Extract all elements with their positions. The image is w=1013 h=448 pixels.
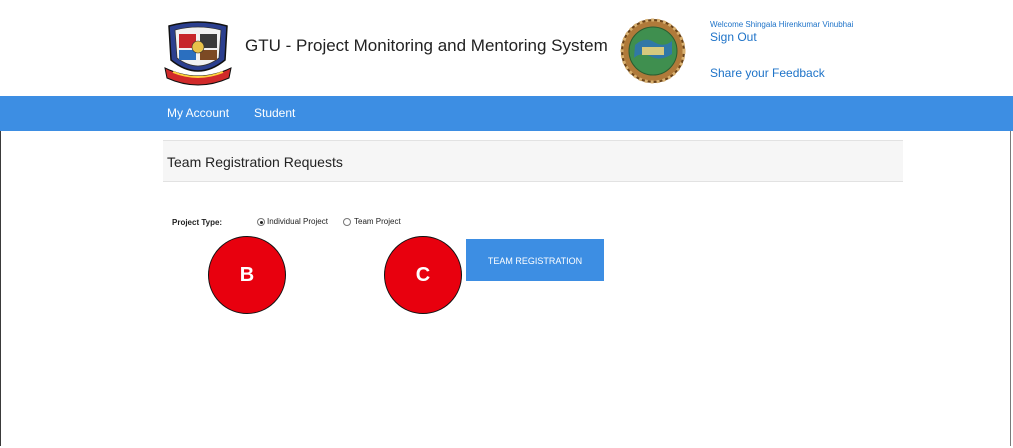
annotation-marker-c-label: C [415,263,431,286]
team-registration-button-label: TEAM REGISTRATION [487,256,583,266]
annotation-marker-b: B [208,236,286,314]
globe-emblem-logo [620,18,686,84]
page-title: Team Registration Requests [167,154,343,170]
team-project-label[interactable]: Team Project [354,217,401,226]
project-type-label: Project Type: [172,218,223,227]
annotation-marker-c: C [384,236,462,314]
main-nav: My Account Student [0,96,1013,131]
welcome-text: Welcome Shingala Hirenkumar Vinubhai [710,20,854,29]
sign-out-link[interactable]: Sign Out [710,30,757,44]
panel-header: Team Registration Requests [163,140,903,182]
nav-student[interactable]: Student [254,106,295,120]
nav-my-account[interactable]: My Account [167,106,229,120]
team-registration-button[interactable]: TEAM REGISTRATION [466,239,604,281]
feedback-link[interactable]: Share your Feedback [710,66,825,80]
annotation-marker-b-label: B [239,263,255,286]
individual-project-label[interactable]: Individual Project [267,217,328,226]
gtu-crest-logo[interactable] [163,20,233,88]
individual-project-radio[interactable] [257,218,265,226]
site-title: GTU - Project Monitoring and Mentoring S… [245,36,608,55]
team-project-radio[interactable] [343,218,351,226]
site-header: GTU - Project Monitoring and Mentoring S… [0,0,1013,96]
